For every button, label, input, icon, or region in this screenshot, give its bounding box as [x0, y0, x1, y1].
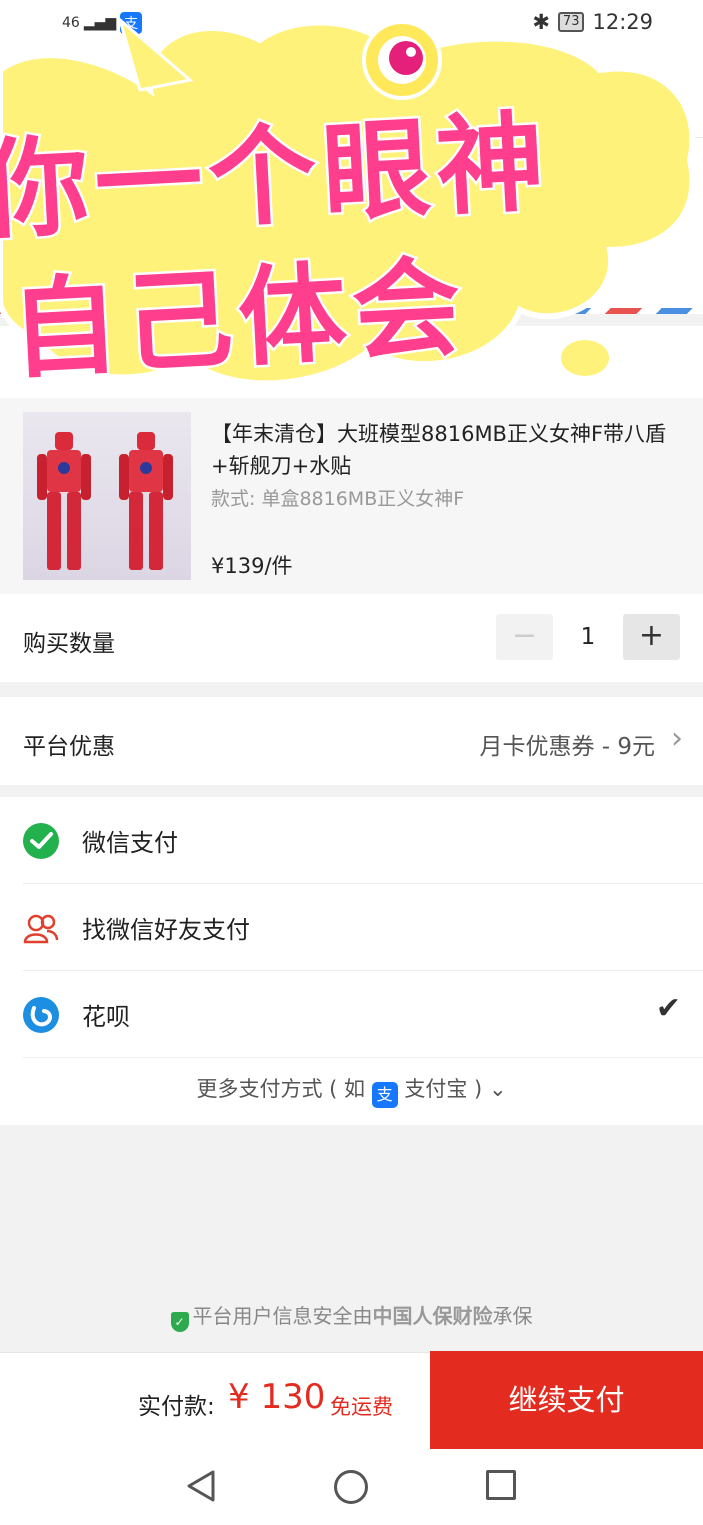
checkmark-icon: ✔ [655, 991, 681, 1026]
product-style: 款式: 单盒8816MB正义女神F [211, 488, 465, 510]
total-label: 实付款: [138, 1394, 215, 1420]
product-thumbnail [23, 412, 191, 580]
quantity-minus-button[interactable]: − [496, 614, 553, 660]
quantity-row: 购买数量 − 1 + [0, 594, 703, 682]
address-card[interactable]: › [0, 138, 703, 314]
security-suffix: 承保 [492, 1304, 533, 1328]
robot-figure-back [119, 432, 173, 570]
chevron-down-icon: ⌄ [488, 1077, 507, 1101]
discount-label: 平台优惠 [23, 734, 115, 760]
status-right: ✱ 73 12:29 [532, 10, 653, 34]
total-amount: ¥ 130 [228, 1377, 326, 1417]
battery-icon: 73 [557, 12, 585, 32]
payment-methods: 微信支付 找微信好友支付 花呗 ✔ 更多支付方式 ( 如 支 支付宝 ) ⌄ [0, 797, 703, 1125]
quantity-plus-button[interactable]: + [623, 614, 680, 660]
more-payment-prefix: 更多支付方式 ( 如 [196, 1077, 365, 1101]
alipay-icon: 支 [371, 1082, 398, 1108]
quantity-value[interactable]: 1 [553, 614, 623, 660]
status-bar: 46 ▂▄▆ 支 ✱ 73 12:29 [0, 0, 703, 50]
signal-icon: ▂▄▆ [83, 15, 117, 31]
more-payment-suffix: 支付宝 ) [404, 1077, 483, 1101]
network-indicator: 46 [62, 15, 80, 31]
nav-back-icon[interactable] [183, 1468, 219, 1504]
nav-bar: ‹ [0, 50, 703, 138]
quantity-label: 购买数量 [23, 631, 115, 657]
platform-discount-row[interactable]: 平台优惠 月卡优惠券 - 9元 › [0, 697, 703, 785]
robot-figure-front [37, 432, 91, 570]
payment-option-friend[interactable]: 找微信好友支付 [0, 884, 703, 971]
security-prefix: 平台用户信息安全由 [192, 1304, 373, 1328]
product-price: ¥139/件 [211, 554, 293, 578]
bluetooth-icon: ✱ [532, 10, 550, 34]
nav-home-icon[interactable] [334, 1470, 368, 1504]
payment-option-wechat[interactable]: 微信支付 [0, 797, 703, 884]
product-title: 【年末清仓】大班模型8816MB正义女神F带八盾+斩舰刀+水贴 [211, 422, 667, 478]
payment-label: 找微信好友支付 [82, 916, 250, 944]
shop-row [0, 326, 703, 398]
payment-label: 微信支付 [82, 829, 178, 857]
payment-option-huabei[interactable]: 花呗 ✔ [0, 971, 703, 1058]
chevron-right-icon: › [671, 721, 683, 756]
nav-recents-icon[interactable] [486, 1470, 516, 1500]
security-note: ✓ 平台用户信息安全由中国人保财险承保 [0, 1300, 703, 1332]
insurer-name: 中国人保财险 [372, 1304, 493, 1328]
huabei-icon [23, 997, 59, 1033]
chevron-right-icon: › [669, 206, 681, 241]
discount-value: 月卡优惠券 - 9元 [479, 734, 655, 760]
address-stripe [0, 308, 703, 314]
product-card[interactable]: 【年末清仓】大班模型8816MB正义女神F带八盾+斩舰刀+水贴 款式: 单盒88… [0, 398, 703, 594]
more-payment-methods[interactable]: 更多支付方式 ( 如 支 支付宝 ) ⌄ [0, 1059, 703, 1119]
wechat-pay-icon [23, 823, 59, 859]
payment-label: 花呗 [82, 1003, 130, 1031]
system-nav-bar [0, 1452, 703, 1525]
clock: 12:29 [592, 10, 653, 34]
friends-icon [23, 914, 59, 944]
back-icon[interactable]: ‹ [22, 72, 36, 113]
continue-payment-button[interactable]: 继续支付 [430, 1351, 703, 1449]
shield-check-icon: ✓ [170, 1312, 189, 1332]
checkout-bar: 实付款: ¥ 130 免运费 继续支付 [0, 1351, 703, 1452]
alipay-notification-icon: 支 [120, 12, 143, 34]
free-shipping-label: 免运费 [330, 1395, 393, 1419]
status-left: 46 ▂▄▆ 支 [62, 12, 143, 34]
